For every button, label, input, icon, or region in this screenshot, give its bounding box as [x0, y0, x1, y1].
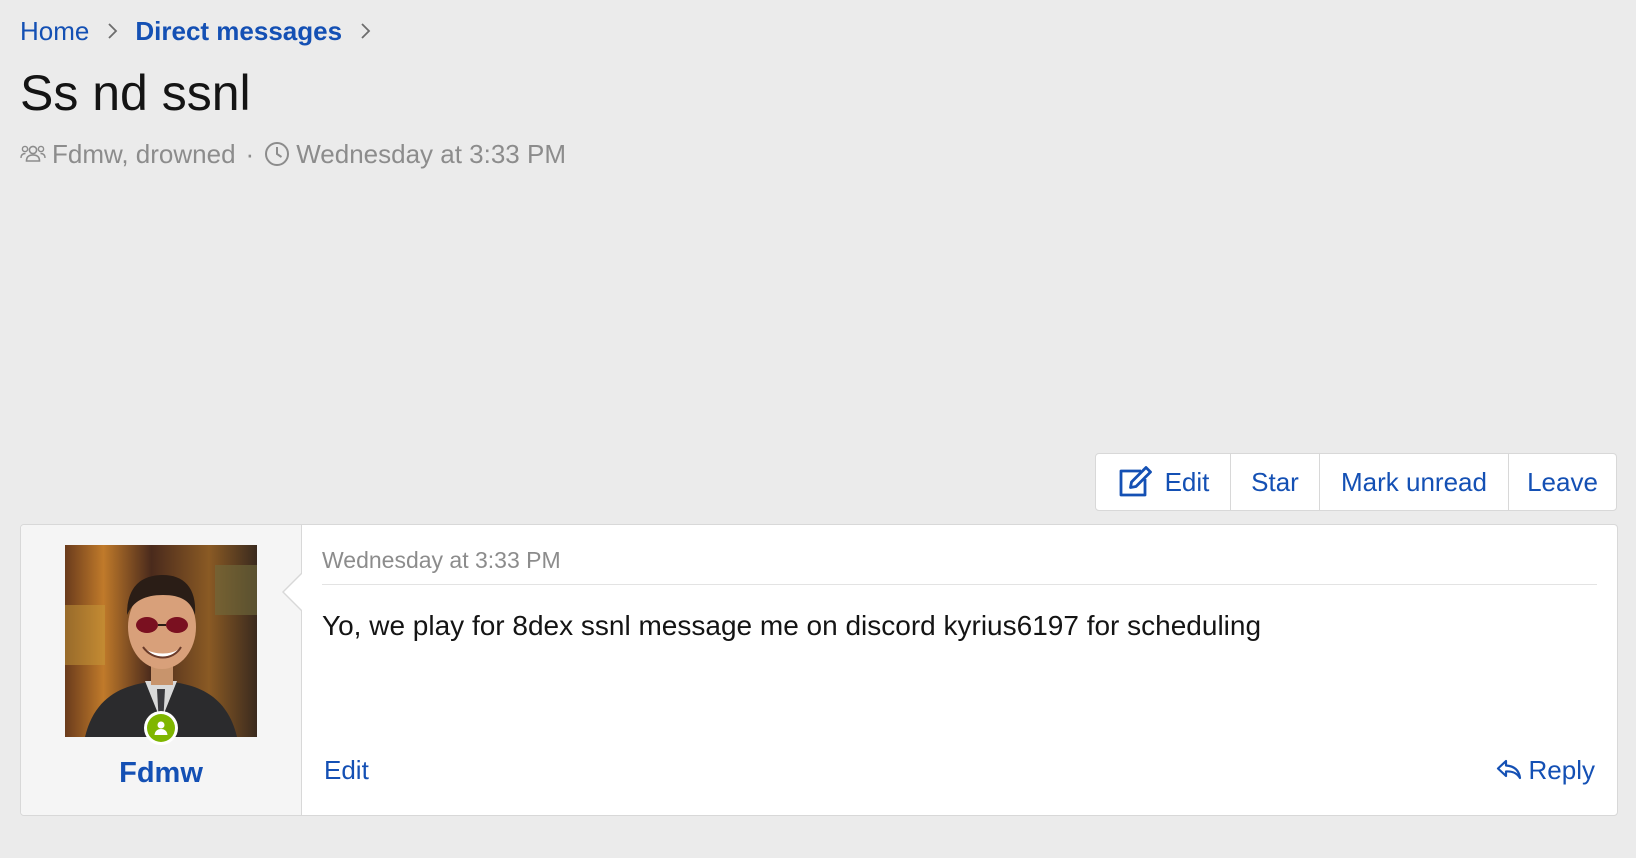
users-icon	[20, 143, 46, 165]
message-content: Wednesday at 3:33 PM Yo, we play for 8de…	[302, 525, 1617, 815]
start-date[interactable]: Wednesday at 3:33 PM	[296, 136, 566, 172]
participants-text: Fdmw, drowned	[52, 139, 236, 169]
reply-button[interactable]: Reply	[1495, 753, 1595, 787]
conversation-actions: Edit Star Mark unread Leave	[1095, 453, 1617, 511]
message-card: Fdmw Wednesday at 3:33 PM Yo, we play fo…	[20, 524, 1618, 816]
star-button[interactable]: Star	[1231, 454, 1320, 510]
breadcrumb-home-link[interactable]: Home	[20, 14, 89, 48]
edit-conversation-label: Edit	[1164, 466, 1210, 497]
chevron-right-icon	[354, 20, 376, 42]
breadcrumb: Home Direct messages	[20, 14, 388, 48]
page-title: Ss nd ssnl	[20, 65, 251, 121]
conversation-meta: Fdmw, drowned · Wednesday at 3:33 PM	[20, 136, 566, 172]
edit-icon	[1117, 465, 1153, 499]
edit-message-link[interactable]: Edit	[324, 753, 369, 787]
message-divider	[322, 584, 1597, 585]
message-date[interactable]: Wednesday at 3:33 PM	[322, 545, 561, 575]
breadcrumb-direct-messages-link[interactable]: Direct messages	[135, 14, 342, 48]
edit-conversation-button[interactable]: Edit	[1096, 454, 1231, 510]
avatar[interactable]	[65, 545, 257, 737]
message-user-panel: Fdmw	[21, 525, 302, 815]
message-body: Yo, we play for 8dex ssnl message me on …	[322, 610, 1262, 641]
clock-icon	[264, 141, 290, 167]
reply-label: Reply	[1528, 755, 1595, 785]
leave-button[interactable]: Leave	[1509, 454, 1616, 510]
reply-icon	[1495, 757, 1523, 783]
chevron-right-icon	[101, 20, 123, 42]
meta-separator: ·	[245, 139, 255, 169]
online-status-icon	[144, 711, 178, 745]
mark-unread-button[interactable]: Mark unread	[1320, 454, 1509, 510]
message-author-link[interactable]: Fdmw	[21, 755, 301, 791]
message-pointer-arrow	[282, 573, 302, 611]
